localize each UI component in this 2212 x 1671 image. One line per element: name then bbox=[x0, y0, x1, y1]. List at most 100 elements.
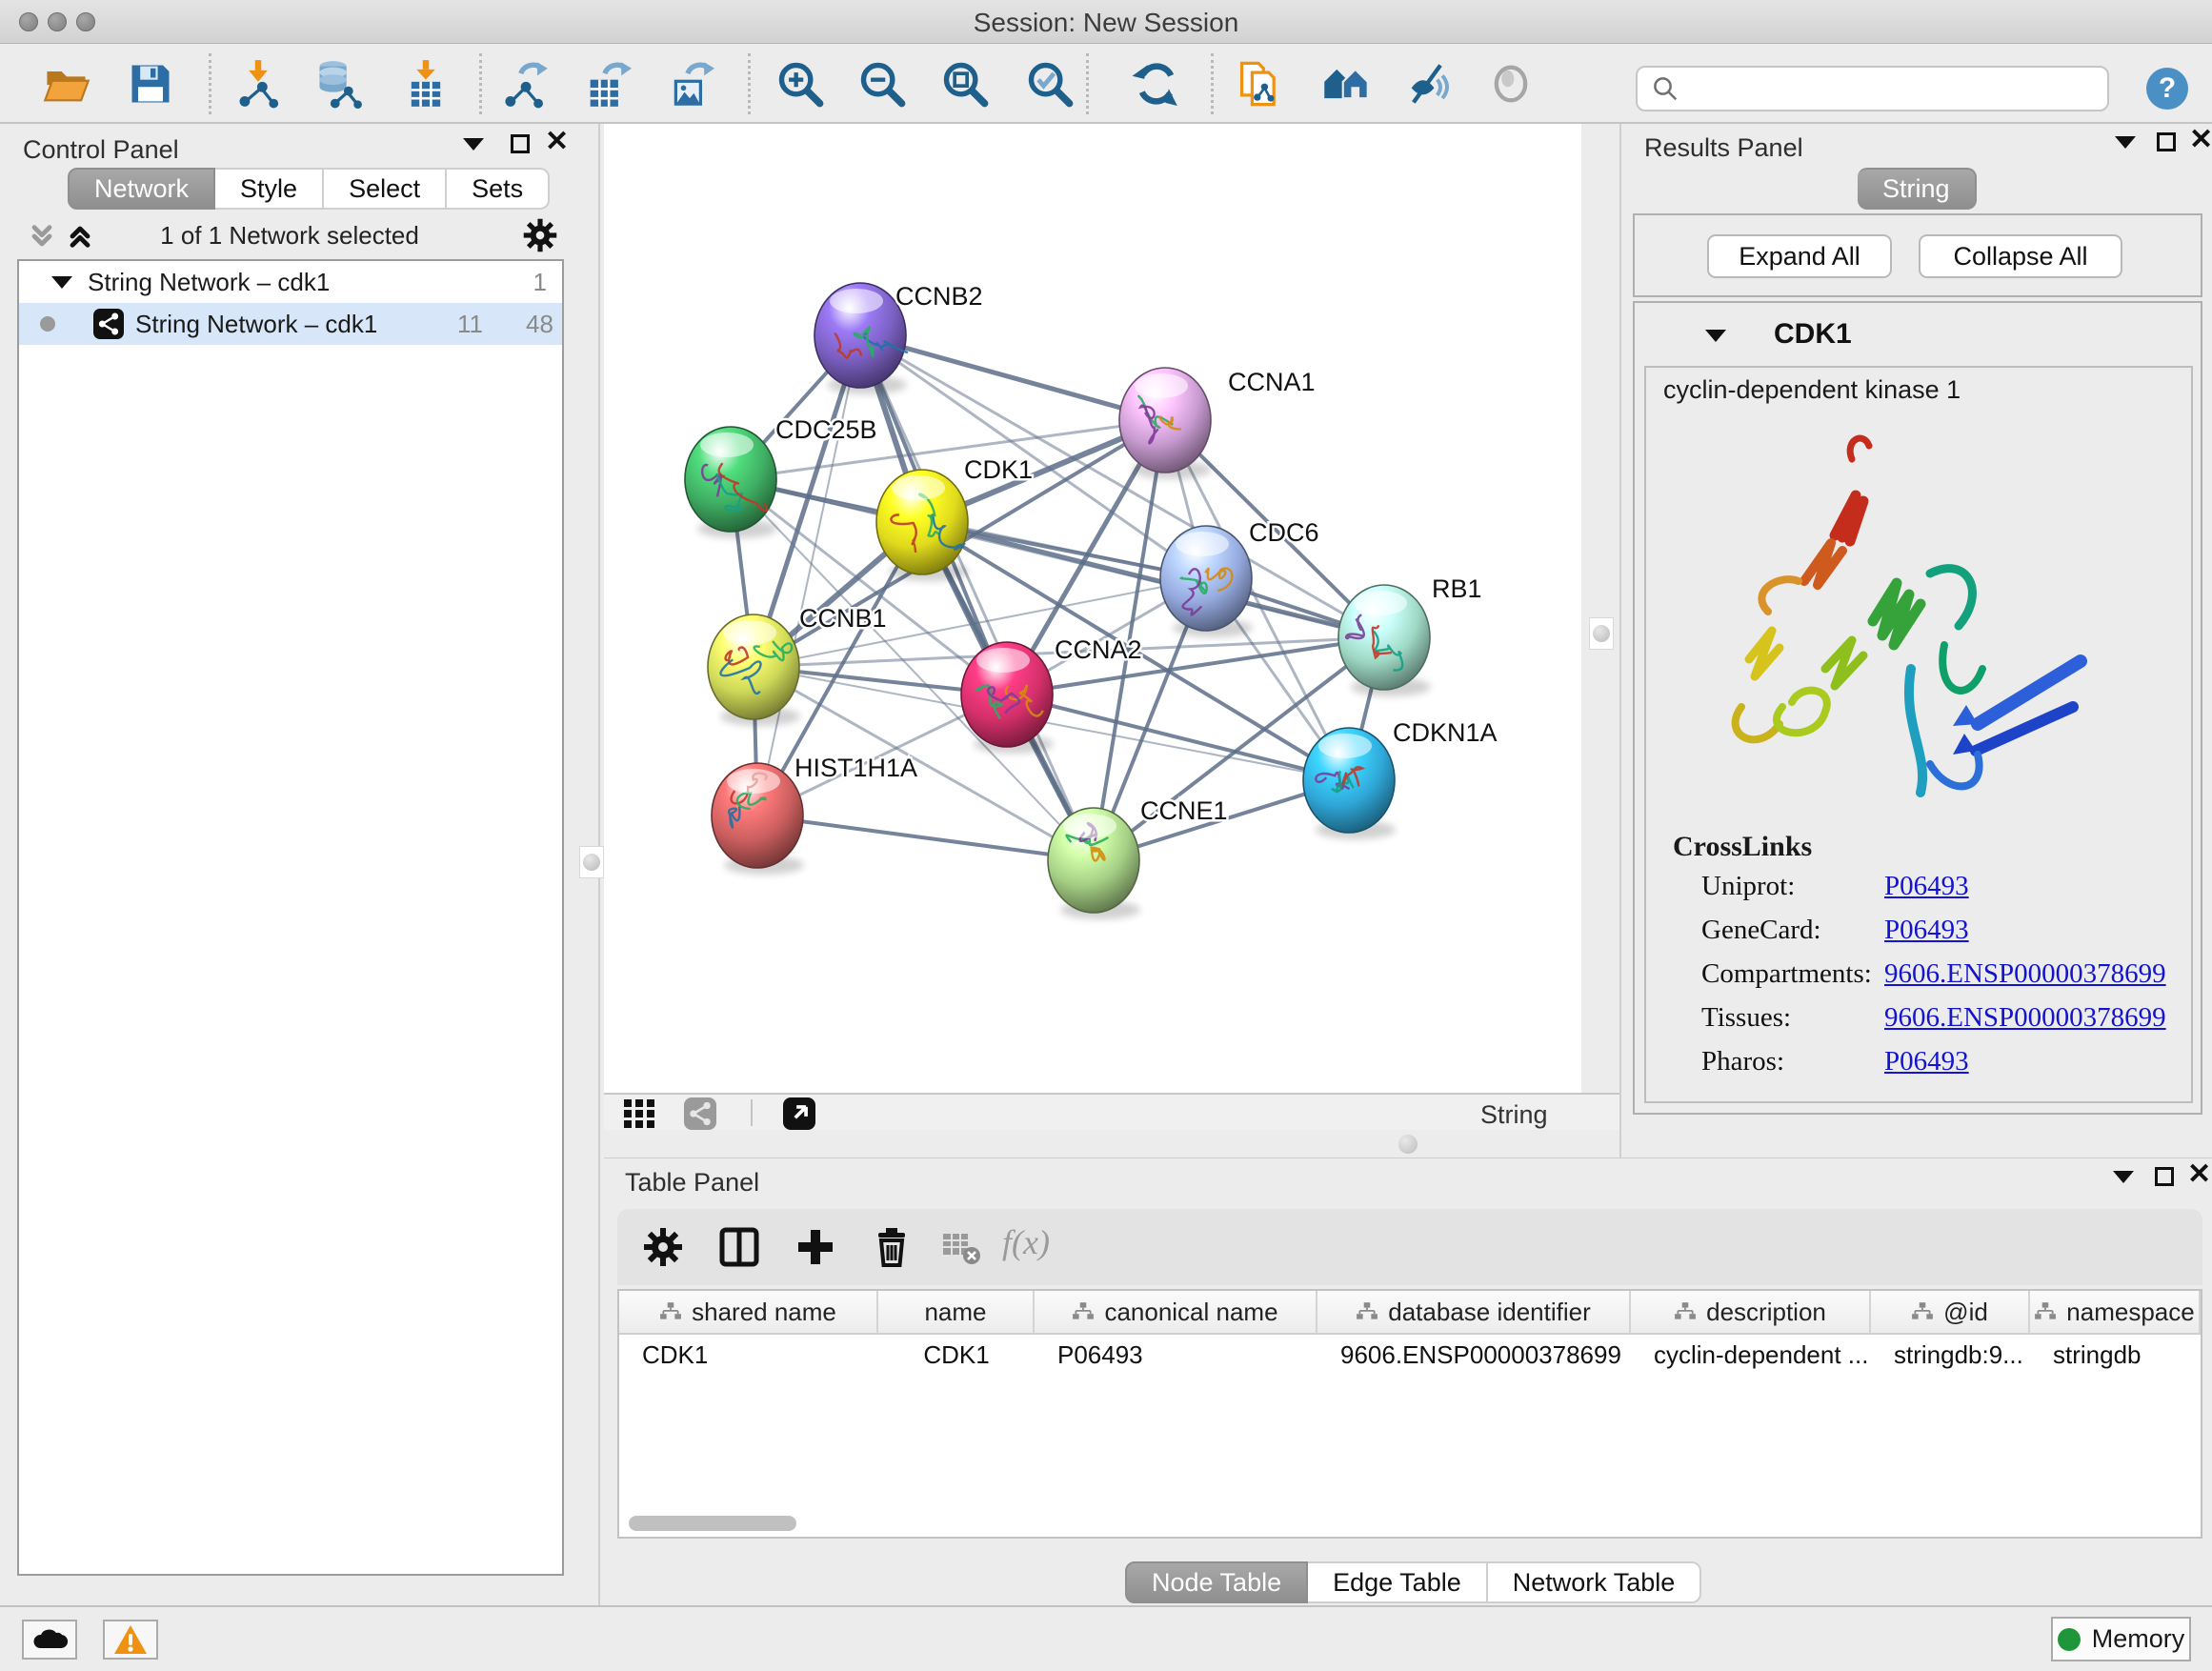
collapse-panel-button[interactable] bbox=[2113, 1164, 2138, 1189]
first-neighbors-button[interactable] bbox=[1318, 56, 1374, 111]
close-panel-button[interactable]: ✕ bbox=[2187, 1162, 2212, 1187]
table-cell[interactable]: cyclin-dependent ... bbox=[1631, 1335, 1871, 1377]
close-panel-button[interactable]: ✕ bbox=[2189, 128, 2212, 152]
show-all-button[interactable] bbox=[1483, 56, 1538, 111]
horizontal-splitter-handle[interactable] bbox=[1398, 1135, 1418, 1154]
column-header-shared-name[interactable]: shared name bbox=[619, 1291, 878, 1333]
zoom-out-button[interactable] bbox=[855, 56, 910, 111]
add-column-icon[interactable] bbox=[793, 1224, 838, 1270]
control-panel-title: Control Panel bbox=[23, 135, 179, 165]
column-header--id[interactable]: @id bbox=[1871, 1291, 2030, 1333]
crosslink-label: Compartments: bbox=[1701, 958, 1872, 989]
network-row[interactable]: String Network – cdk1 11 48 bbox=[19, 303, 562, 345]
table-cell[interactable]: CDK1 bbox=[878, 1335, 1035, 1377]
expand-all-button[interactable]: Expand All bbox=[1707, 234, 1892, 278]
table-cell[interactable]: stringdb bbox=[2030, 1335, 2201, 1377]
save-session-button[interactable] bbox=[123, 56, 178, 111]
save-icon bbox=[126, 59, 175, 109]
help-button[interactable]: ? bbox=[2146, 68, 2188, 110]
zoom-selected-icon bbox=[1025, 59, 1075, 109]
left-splitter-handle[interactable] bbox=[579, 846, 604, 878]
right-splitter[interactable] bbox=[1587, 124, 1612, 1158]
column-header-database-identifier[interactable]: database identifier bbox=[1317, 1291, 1631, 1333]
table-cell[interactable]: CDK1 bbox=[619, 1335, 878, 1377]
search-field[interactable] bbox=[1636, 66, 2109, 111]
left-splitter[interactable] bbox=[579, 124, 604, 1605]
network-graph[interactable]: CCNB2CCNA1CDC25BCDK1CDC6RB1CCNB1CCNA2CDK… bbox=[604, 124, 1581, 1093]
collapse-panel-button[interactable] bbox=[2115, 130, 2140, 154]
crosslink-link[interactable]: P06493 bbox=[1884, 1046, 1969, 1077]
column-header-namespace[interactable]: namespace bbox=[2030, 1291, 2201, 1333]
birdseye-view-icon[interactable] bbox=[783, 1097, 815, 1130]
collapse-panel-button[interactable] bbox=[463, 131, 488, 156]
column-header-name[interactable]: name bbox=[878, 1291, 1035, 1333]
table-cell[interactable]: P06493 bbox=[1035, 1335, 1317, 1377]
export-image-button[interactable] bbox=[662, 56, 717, 111]
edge-count: 48 bbox=[526, 310, 553, 339]
tab-network[interactable]: Network bbox=[68, 168, 215, 210]
zoom-in-button[interactable] bbox=[773, 56, 828, 111]
column-label: description bbox=[1706, 1298, 1826, 1327]
eye-slash-icon bbox=[1403, 59, 1453, 109]
network-edge[interactable] bbox=[757, 815, 1094, 860]
column-header-description[interactable]: description bbox=[1631, 1291, 1871, 1333]
export-table-button[interactable] bbox=[579, 56, 634, 111]
network-edge[interactable] bbox=[860, 335, 1165, 420]
open-session-button[interactable] bbox=[39, 56, 94, 111]
tab-edge-table[interactable]: Edge Table bbox=[1308, 1561, 1488, 1603]
table-cell[interactable]: 9606.ENSP00000378699 bbox=[1317, 1335, 1631, 1377]
search-input[interactable] bbox=[1689, 75, 2107, 103]
export-network-button[interactable] bbox=[497, 56, 553, 111]
tab-sets[interactable]: Sets bbox=[447, 168, 550, 210]
crosslink-link[interactable]: P06493 bbox=[1884, 871, 1969, 902]
table-row[interactable]: CDK1CDK1P064939606.ENSP00000378699cyclin… bbox=[619, 1335, 2201, 1377]
tab-select[interactable]: Select bbox=[324, 168, 447, 210]
import-network-file-button[interactable] bbox=[231, 56, 286, 111]
window-title: Session: New Session bbox=[0, 8, 2212, 38]
collapse-all-button[interactable]: Collapse All bbox=[1919, 234, 2122, 278]
network-options-gear-icon[interactable] bbox=[522, 217, 558, 253]
tab-string[interactable]: String bbox=[1858, 168, 1977, 210]
memory-button[interactable]: Memory bbox=[2051, 1617, 2191, 1661]
network-collection-row[interactable]: String Network – cdk1 1 bbox=[19, 261, 562, 303]
import-network-database-button[interactable] bbox=[311, 56, 366, 111]
table-cell[interactable]: stringdb:9... bbox=[1871, 1335, 2030, 1377]
column-header-canonical-name[interactable]: canonical name bbox=[1035, 1291, 1317, 1333]
crosslink-link[interactable]: P06493 bbox=[1884, 915, 1969, 946]
crosslink-link[interactable]: 9606.ENSP00000378699 bbox=[1884, 958, 2166, 990]
close-panel-button[interactable]: ✕ bbox=[545, 130, 570, 154]
float-panel-button[interactable] bbox=[511, 131, 535, 156]
tab-network-table[interactable]: Network Table bbox=[1488, 1561, 1702, 1603]
clone-network-button[interactable] bbox=[1232, 56, 1287, 111]
tab-node-table[interactable]: Node Table bbox=[1125, 1561, 1308, 1603]
zoom-fit-button[interactable] bbox=[937, 56, 993, 111]
cloud-status-button[interactable] bbox=[22, 1620, 77, 1660]
tab-style[interactable]: Style bbox=[215, 168, 324, 210]
show-columns-icon[interactable] bbox=[716, 1224, 762, 1270]
grid-view-icon[interactable] bbox=[623, 1098, 655, 1129]
refresh-layout-button[interactable] bbox=[1129, 56, 1184, 111]
float-panel-button[interactable] bbox=[2155, 1164, 2180, 1189]
node-gloss bbox=[1354, 591, 1407, 615]
node-gloss bbox=[1176, 532, 1229, 556]
table-gear-icon[interactable] bbox=[640, 1224, 686, 1270]
zoom-selected-button[interactable] bbox=[1022, 56, 1077, 111]
control-panel: Control Panel ✕ Network Style Select Set… bbox=[0, 124, 579, 1605]
network-view-share-icon[interactable] bbox=[684, 1097, 716, 1130]
column-label: namespace bbox=[2066, 1298, 2194, 1327]
network-canvas[interactable]: CCNB2CCNA1CDC25BCDK1CDC6RB1CCNB1CCNA2CDK… bbox=[604, 124, 1581, 1093]
delete-column-icon[interactable] bbox=[869, 1224, 915, 1270]
warning-status-button[interactable] bbox=[103, 1620, 158, 1660]
export-network-icon bbox=[500, 59, 550, 109]
entry-expander-icon[interactable] bbox=[1705, 330, 1726, 342]
horizontal-scrollbar-thumb[interactable] bbox=[629, 1516, 796, 1531]
import-table-button[interactable] bbox=[398, 56, 453, 111]
network-edge[interactable] bbox=[757, 335, 860, 815]
table-panel-title: Table Panel bbox=[625, 1168, 759, 1198]
refresh-icon bbox=[1132, 59, 1181, 109]
hide-selected-button[interactable] bbox=[1400, 56, 1456, 111]
crosslink-link[interactable]: 9606.ENSP00000378699 bbox=[1884, 1002, 2166, 1034]
tree-expander-icon[interactable] bbox=[51, 276, 72, 289]
float-panel-button[interactable] bbox=[2157, 130, 2182, 154]
right-splitter-handle[interactable] bbox=[1589, 617, 1614, 650]
